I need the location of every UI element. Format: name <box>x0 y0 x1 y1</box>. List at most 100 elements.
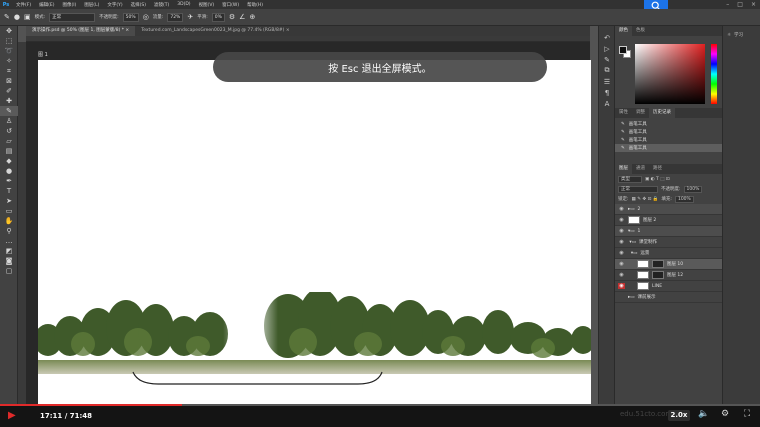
opacity-field[interactable]: 50% <box>122 12 139 22</box>
settings-icon[interactable]: ⚙ <box>718 409 732 422</box>
layer-row[interactable]: ◉ 图层 2 <box>615 215 722 226</box>
eye-icon[interactable]: ◉ <box>618 206 625 212</box>
type-tool-icon[interactable]: T <box>0 186 18 196</box>
layer-row[interactable]: ◉ 图层 12 <box>615 270 722 281</box>
character-panel-icon[interactable]: A <box>599 98 615 109</box>
history-item[interactable]: ✎ 画笔工具 <box>615 144 722 152</box>
menu-item-3d[interactable]: 3D(D) <box>173 2 194 7</box>
close-icon[interactable]: × <box>751 1 756 8</box>
volume-icon[interactable]: 🔈 <box>697 409 711 422</box>
tab-document-1[interactable]: 演示操作.psd @ 50% (图层 1, 图层蒙版/8) * × <box>26 26 136 36</box>
menu-item-image[interactable]: 图像(I) <box>58 2 80 8</box>
tab-document-2[interactable]: Textured.com_LandscapesGreen0023_M.jpg @… <box>135 26 295 36</box>
layer-row[interactable]: ◉ ▾▭ 课堂制作 <box>615 237 722 248</box>
pen-tool-icon[interactable]: ✒ <box>0 176 18 186</box>
tab-color[interactable]: 颜色 <box>615 26 632 36</box>
quick-mask-icon[interactable]: ◙ <box>0 256 18 266</box>
tab-swatches[interactable]: 色板 <box>632 26 649 36</box>
fullscreen-icon[interactable]: ⛶ <box>740 409 754 422</box>
actions-panel-icon[interactable]: ▷ <box>599 43 615 54</box>
history-item[interactable]: ✎ 画笔工具 <box>615 120 722 128</box>
play-icon[interactable]: ▶ <box>8 410 18 421</box>
color-field[interactable] <box>635 44 705 104</box>
menu-item-layer[interactable]: 图层(L) <box>80 2 103 8</box>
eye-icon[interactable]: ◉ <box>618 228 625 234</box>
layer-row[interactable]: ◉ 图层 10 <box>615 259 722 270</box>
tab-history[interactable]: 历史记录 <box>649 108 675 118</box>
document-canvas[interactable] <box>38 60 591 404</box>
eye-icon[interactable]: ◉ <box>618 272 625 278</box>
filter-icons[interactable]: ▣ ◐ T ⬚ ⊡ <box>645 177 670 182</box>
properties-panel-icon[interactable]: ☰ <box>599 76 615 87</box>
layer-fill-field[interactable]: 100% <box>674 195 694 203</box>
history-item[interactable]: ✎ 画笔工具 <box>615 136 722 144</box>
tab-layers[interactable]: 图层 <box>615 164 632 174</box>
more-tools-icon[interactable]: … <box>0 236 18 246</box>
mode-select[interactable]: 正常 <box>49 12 96 22</box>
eye-icon[interactable]: ◉ <box>618 250 625 256</box>
eraser-tool-icon[interactable]: ▱ <box>0 136 18 146</box>
smooth-field[interactable]: 0% <box>211 12 225 22</box>
hue-slider[interactable] <box>711 44 717 104</box>
tab-adjustments[interactable]: 调整 <box>632 108 649 118</box>
crop-tool-icon[interactable]: ⌗ <box>0 66 18 76</box>
pressure-opacity-icon[interactable]: ◎ <box>143 13 149 21</box>
layer-opacity-field[interactable]: 100% <box>683 185 703 193</box>
maximize-icon[interactable]: □ <box>737 1 743 8</box>
eyedropper-tool-icon[interactable]: ✐ <box>0 86 18 96</box>
healing-tool-icon[interactable]: ✚ <box>0 96 18 106</box>
menu-item-type[interactable]: 文字(Y) <box>103 2 126 8</box>
marquee-tool-icon[interactable]: ⬚ <box>0 36 18 46</box>
layer-mask-thumbnail[interactable] <box>652 260 664 268</box>
layer-row[interactable]: ◉ ▾▭ 1 <box>615 226 722 237</box>
blend-mode-select[interactable]: 正常 <box>618 185 658 193</box>
flow-field[interactable]: 72% <box>167 12 184 22</box>
airbrush-icon[interactable]: ✈ <box>187 13 193 21</box>
menu-item-view[interactable]: 视图(V) <box>195 2 219 8</box>
eye-icon[interactable]: ◉ <box>618 217 625 223</box>
move-tool-icon[interactable]: ✥ <box>0 26 18 36</box>
stamp-tool-icon[interactable]: ♙ <box>0 116 18 126</box>
tab-paths[interactable]: 路径 <box>649 164 666 174</box>
eye-icon[interactable]: ◉ <box>618 283 625 289</box>
layer-row[interactable]: ◉ LINE <box>615 281 722 292</box>
menu-item-help[interactable]: 帮助(H) <box>243 2 267 8</box>
screen-mode-icon[interactable]: ▢ <box>0 266 18 276</box>
foreground-color-swatch[interactable] <box>619 46 627 54</box>
hand-tool-icon[interactable]: ✋ <box>0 216 18 226</box>
lock-icons[interactable]: ▦ ✎ ✥ ⊡ 🔒 <box>632 197 659 202</box>
path-select-tool-icon[interactable]: ➤ <box>0 196 18 206</box>
playback-speed-button[interactable]: 2.0x <box>668 410 690 421</box>
paragraph-panel-icon[interactable]: ¶ <box>599 87 615 98</box>
history-item[interactable]: ✎ 画笔工具 <box>615 128 722 136</box>
layer-row[interactable]: ▸▭ 课前展示 <box>615 292 722 303</box>
layer-row[interactable]: ◉ ▸▭ 2 <box>615 204 722 215</box>
menu-item-select[interactable]: 选择(S) <box>127 2 150 8</box>
blur-tool-icon[interactable]: ◆ <box>0 156 18 166</box>
eye-icon[interactable]: ◉ <box>618 239 625 245</box>
tab-channels[interactable]: 通道 <box>632 164 649 174</box>
layer-mask-thumbnail[interactable] <box>652 271 664 279</box>
history-brush-icon[interactable]: ↺ <box>0 126 18 136</box>
learn-panel-button[interactable]: ☼ 学习 <box>723 26 760 44</box>
menu-item-filter[interactable]: 滤镜(T) <box>150 2 173 8</box>
menu-item-edit[interactable]: 编辑(E) <box>35 2 58 8</box>
brush-panel-icon[interactable]: ✎ <box>599 54 615 65</box>
dodge-tool-icon[interactable]: ● <box>0 166 18 176</box>
zoom-tool-icon[interactable]: ⚲ <box>0 226 18 236</box>
gear-icon[interactable]: ⚙ <box>229 13 235 21</box>
brush-tool-icon[interactable]: ✎ <box>0 106 18 116</box>
layer-filter-select[interactable]: 类型 <box>618 175 642 183</box>
brush-settings-icon[interactable]: ▣ <box>24 13 31 21</box>
frame-tool-icon[interactable]: ⊠ <box>0 76 18 86</box>
tab-properties[interactable]: 属性 <box>615 108 632 118</box>
layer-row[interactable]: ◉ ▾▭ 远景 <box>615 248 722 259</box>
brush-tool-icon[interactable]: ✎ <box>4 13 10 21</box>
menu-item-window[interactable]: 窗口(W) <box>218 2 243 8</box>
eye-icon[interactable]: ◉ <box>618 261 625 267</box>
symmetry-icon[interactable]: ⊕ <box>249 13 255 21</box>
quick-select-tool-icon[interactable]: ✧ <box>0 56 18 66</box>
angle-icon[interactable]: ∠ <box>239 13 245 21</box>
color-swatches-icon[interactable]: ◩ <box>0 246 18 256</box>
brush-preset-icon[interactable]: ● <box>14 13 20 21</box>
